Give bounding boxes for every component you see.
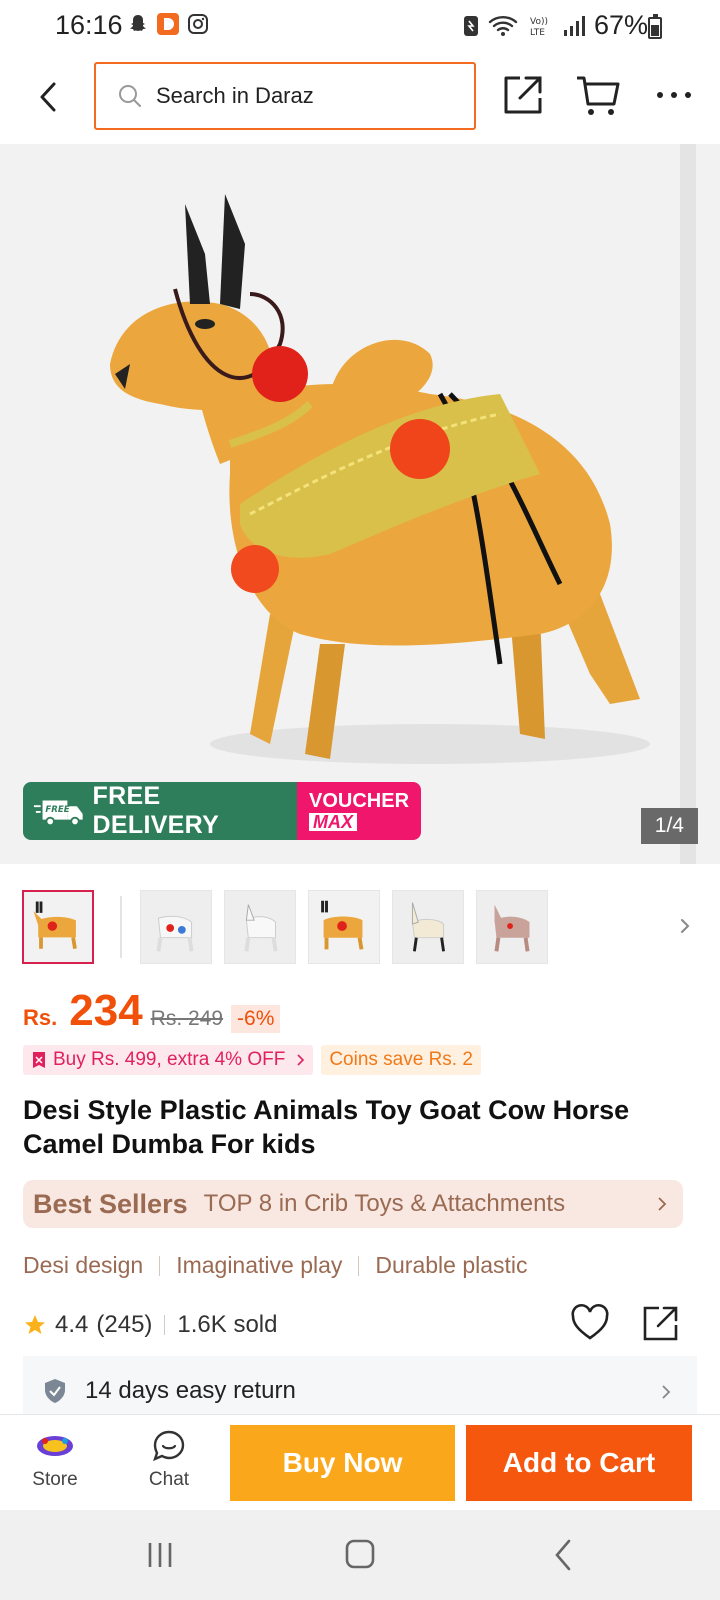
voucher-tag-icon: [33, 1052, 45, 1068]
cart-icon[interactable]: [574, 72, 622, 118]
chevron-right-icon: [297, 1054, 305, 1066]
daraz-icon: [157, 13, 179, 35]
chat-label: Chat: [148, 1469, 190, 1490]
image-counter: 1/4: [640, 808, 698, 844]
feature-divider: [159, 1255, 161, 1276]
home-icon[interactable]: [344, 1538, 376, 1570]
search-icon: [119, 85, 141, 107]
share-icon[interactable]: [641, 1303, 681, 1343]
rating-divider: [164, 1315, 166, 1335]
thumbnail-6[interactable]: [476, 890, 548, 964]
return-policy-text: 14 days easy return: [85, 1377, 296, 1404]
more-icon[interactable]: [654, 80, 694, 110]
search-placeholder: Search in Daraz: [156, 83, 314, 108]
wishlist-heart-icon[interactable]: [569, 1303, 611, 1343]
gallery-scrollbar: [680, 144, 696, 864]
price-row: Rs. 234 Rs. 249 -6%: [23, 986, 281, 1040]
snapchat-icon: [130, 15, 146, 31]
header: Search in Daraz: [0, 52, 720, 144]
thumbnail-strip: [22, 890, 698, 964]
product-image-gallery[interactable]: FREE FREE DELIVERY VOUCHER MAX 1/4: [0, 144, 720, 864]
battery-percent: 67%: [593, 10, 648, 40]
status-bar: 16:16 Vo)) LTE 67%: [0, 0, 720, 52]
feature-tags: Desi design Imaginative play Durable pla…: [23, 1252, 528, 1279]
price-currency: Rs.: [23, 1005, 58, 1030]
best-sellers-banner[interactable]: Best Sellers TOP 8 in Crib Toys & Attach…: [23, 1180, 683, 1228]
discount-badge: -6%: [231, 1005, 281, 1033]
best-sellers-rank: TOP 8 in Crib Toys & Attachments: [203, 1190, 566, 1217]
back-icon[interactable]: [28, 74, 68, 120]
instagram-icon: [188, 14, 208, 34]
bundle-promo[interactable]: Buy Rs. 499, extra 4% OFF: [23, 1045, 314, 1075]
thumbnail-2[interactable]: [140, 890, 212, 964]
star-icon: [25, 1315, 45, 1334]
free-delivery-label: FREE DELIVERY: [92, 782, 220, 839]
svg-text:LTE: LTE: [530, 28, 545, 38]
battery-icon: [648, 14, 662, 39]
feature-tag: Durable plastic: [375, 1252, 528, 1278]
nav-back-icon[interactable]: [552, 1538, 574, 1572]
product-title: Desi Style Plastic Animals Toy Goat Cow …: [23, 1095, 630, 1159]
delivery-truck-icon: FREE: [33, 800, 83, 827]
best-sellers-logo: Best Sellers: [33, 1188, 188, 1219]
action-bar: Store Chat Buy Now Add to Cart: [0, 1414, 720, 1510]
price-value: 234: [69, 986, 143, 1035]
promo-badge: FREE FREE DELIVERY VOUCHER MAX: [23, 782, 421, 840]
coins-promo-text: Coins save Rs. 2: [329, 1049, 473, 1070]
promo-row: Buy Rs. 499, extra 4% OFF Coins save Rs.…: [23, 1045, 481, 1075]
feature-tag: Desi design: [23, 1252, 144, 1278]
search-input[interactable]: Search in Daraz: [94, 62, 476, 130]
status-time: 16:16: [55, 10, 123, 40]
coins-promo[interactable]: Coins save Rs. 2: [321, 1045, 481, 1075]
chat-button[interactable]: Chat: [134, 1429, 204, 1499]
system-nav-bar: [0, 1510, 720, 1600]
chat-icon: [153, 1430, 185, 1462]
rating-count[interactable]: (245): [96, 1311, 152, 1339]
voucher-max-label: MAX: [309, 813, 357, 831]
store-logo-icon: [37, 1436, 73, 1456]
volte-icon: Vo))LTE: [530, 17, 548, 38]
voucher-label: VOUCHER: [309, 790, 410, 812]
signal-icon: [563, 15, 585, 36]
chevron-right-icon: [658, 1197, 667, 1211]
rating-row: 4.4 (245) 1.6K sold: [23, 1303, 699, 1345]
wifi-icon: [488, 15, 518, 36]
original-price: Rs. 249: [150, 1007, 224, 1030]
add-to-cart-button[interactable]: Add to Cart: [466, 1425, 692, 1501]
voucher-max-badge: VOUCHER MAX: [297, 782, 421, 840]
store-label: Store: [32, 1469, 78, 1490]
feature-divider: [358, 1255, 360, 1276]
sold-count: 1.6K sold: [177, 1311, 278, 1338]
share-icon[interactable]: [500, 72, 546, 118]
recent-apps-icon[interactable]: [144, 1540, 176, 1570]
free-delivery-badge: FREE FREE DELIVERY: [23, 782, 297, 840]
rating-score: 4.4: [55, 1311, 89, 1338]
chevron-right-icon[interactable]: [676, 912, 694, 940]
store-button[interactable]: Store: [20, 1429, 90, 1499]
notification-icons: [126, 12, 210, 36]
feature-tag: Imaginative play: [176, 1252, 343, 1278]
system-status: Vo)) LTE 67%: [462, 10, 648, 41]
thumbnail-3[interactable]: [224, 890, 296, 964]
buy-now-button[interactable]: Buy Now: [230, 1425, 455, 1501]
thumbnail-4[interactable]: [308, 890, 380, 964]
product-image[interactable]: [0, 144, 690, 864]
free-small-label: FREE: [45, 805, 69, 815]
bundle-promo-text: Buy Rs. 499, extra 4% OFF: [53, 1049, 286, 1070]
nfc-icon: [463, 15, 478, 36]
thumbnail-5[interactable]: [392, 890, 464, 964]
thumbnail-divider: [120, 896, 122, 958]
shield-check-icon: [45, 1379, 65, 1403]
thumbnail-1[interactable]: [22, 890, 94, 964]
chevron-right-icon: [662, 1385, 671, 1399]
svg-text:Vo)): Vo)): [530, 17, 548, 27]
